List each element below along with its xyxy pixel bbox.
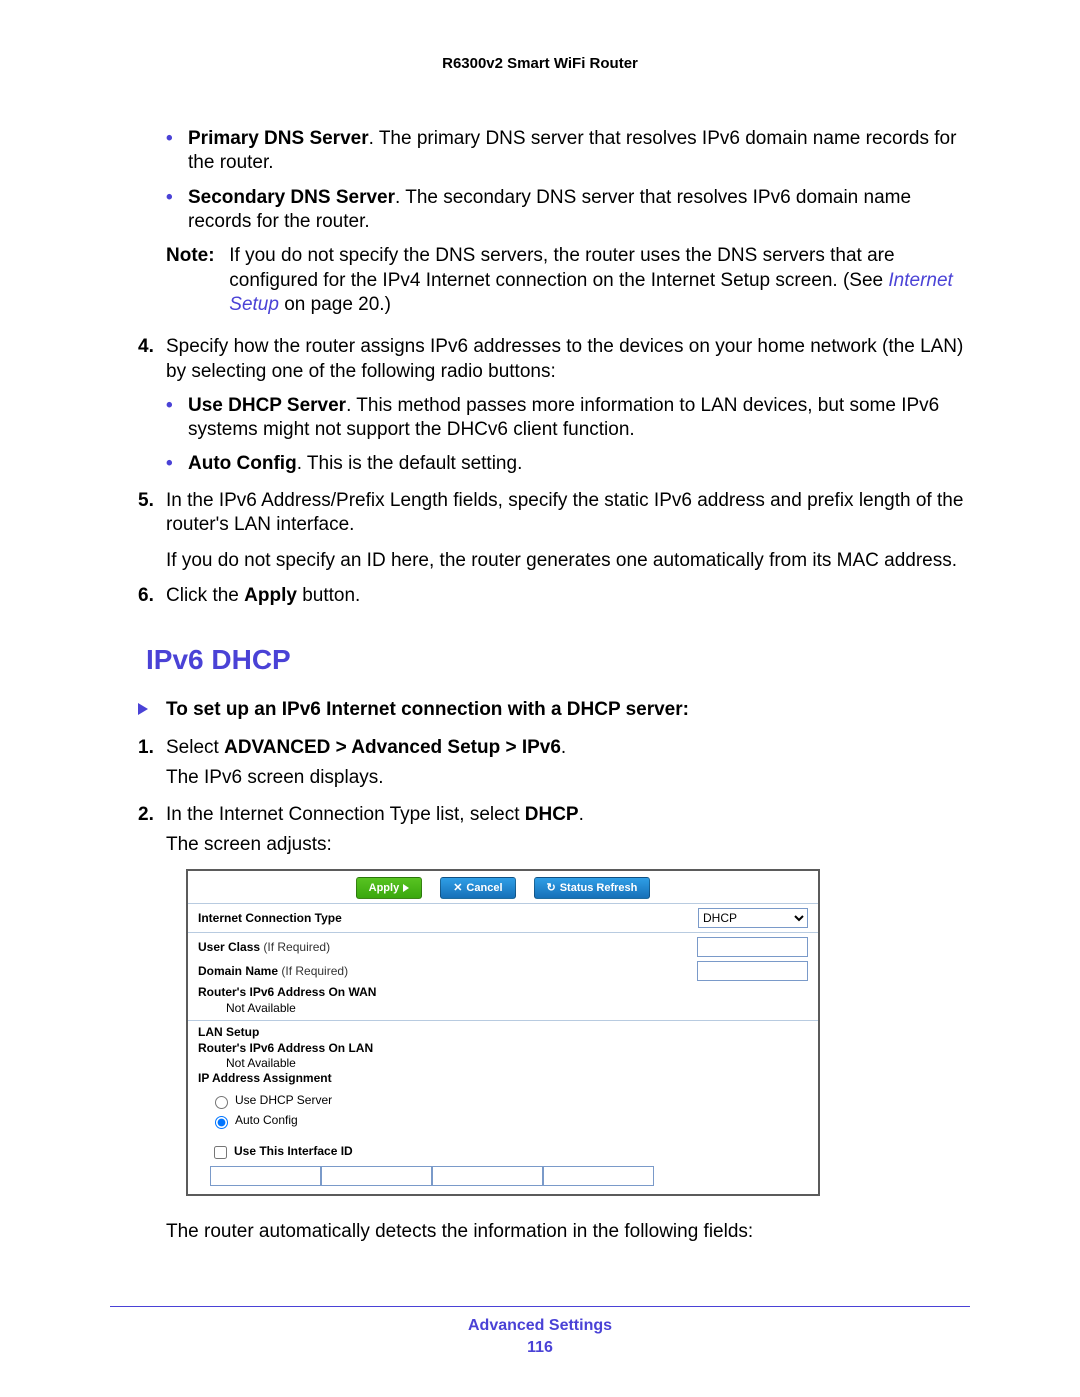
conn-type-row: Internet Connection Type DHCP xyxy=(188,903,818,932)
wan-addr-value: Not Available xyxy=(198,1001,808,1016)
lan-setup-label: LAN Setup xyxy=(198,1025,808,1040)
step-text: Specify how the router assigns IPv6 addr… xyxy=(166,336,963,381)
procedure-lead: To set up an IPv6 Internet connection wi… xyxy=(110,698,970,722)
footer-title: Advanced Settings xyxy=(110,1317,970,1335)
step-text: In the IPv6 Address/Prefix Length fields… xyxy=(166,490,963,535)
step-text-post: . xyxy=(561,737,566,758)
refresh-icon: ↻ xyxy=(547,881,556,895)
bullet-text: . This is the default setting. xyxy=(297,453,523,474)
refresh-button-label: Status Refresh xyxy=(560,881,638,895)
use-interface-checkbox[interactable] xyxy=(214,1146,227,1159)
radio-auto-row: Auto Config xyxy=(188,1111,818,1131)
body-content: Primary DNS Server. The primary DNS serv… xyxy=(110,127,970,1244)
wan-addr-label: Router's IPv6 Address On WAN xyxy=(198,985,808,1000)
step-b2-after: The screen adjusts: xyxy=(166,833,970,857)
domain-input[interactable] xyxy=(697,961,808,981)
label-text: User Class xyxy=(198,940,260,954)
step-number: 1. xyxy=(138,736,154,760)
iface-field-1[interactable] xyxy=(210,1166,321,1186)
step-number: 6. xyxy=(138,584,154,608)
step-text-pre: Select xyxy=(166,737,224,758)
step-text-post: . xyxy=(579,804,584,825)
close-icon: ✕ xyxy=(453,881,462,895)
note-block: Note: If you do not specify the DNS serv… xyxy=(110,244,970,317)
step-text-bold: DHCP xyxy=(525,804,579,825)
step-b1: 1. Select ADVANCED > Advanced Setup > IP… xyxy=(110,736,970,791)
step-text-pre: In the Internet Connection Type list, se… xyxy=(166,804,525,825)
iface-field-2[interactable] xyxy=(321,1166,432,1186)
iface-field-4[interactable] xyxy=(543,1166,654,1186)
step-text-bold: ADVANCED > Advanced Setup > IPv6 xyxy=(224,737,561,758)
hint-text: (If Required) xyxy=(263,940,330,954)
list-item: Primary DNS Server. The primary DNS serv… xyxy=(166,127,970,176)
step-text-post: button. xyxy=(297,585,360,606)
step-number: 4. xyxy=(138,335,154,359)
lan-addr-label: Router's IPv6 Address On LAN xyxy=(198,1041,808,1056)
step-5-after: If you do not specify an ID here, the ro… xyxy=(110,549,970,573)
bullet-bold: Auto Config xyxy=(188,453,297,474)
cancel-button[interactable]: ✕ Cancel xyxy=(440,877,515,899)
user-class-label: User Class (If Required) xyxy=(198,940,330,955)
step-4-bullets: Use DHCP Server. This method passes more… xyxy=(166,394,970,477)
dns-bullet-list: Primary DNS Server. The primary DNS serv… xyxy=(110,127,970,234)
step-b2: 2. In the Internet Connection Type list,… xyxy=(110,803,970,858)
footer-rule xyxy=(110,1306,970,1307)
domain-label: Domain Name (If Required) xyxy=(198,964,348,979)
radio-dhcp-row: Use DHCP Server xyxy=(188,1091,818,1111)
list-item: Secondary DNS Server. The secondary DNS … xyxy=(166,186,970,235)
user-class-input[interactable] xyxy=(697,937,808,957)
wan-addr-row: Router's IPv6 Address On WAN Not Availab… xyxy=(188,985,818,1020)
status-refresh-button[interactable]: ↻ Status Refresh xyxy=(534,877,651,899)
bullet-bold: Secondary DNS Server xyxy=(188,187,395,208)
interface-id-fields xyxy=(188,1164,818,1194)
auto-config-radio-label: Auto Config xyxy=(235,1113,298,1128)
step-6: 6. Click the Apply button. xyxy=(110,584,970,608)
lan-addr-value: Not Available xyxy=(198,1056,808,1071)
step-list-a: 4. Specify how the router assigns IPv6 a… xyxy=(110,335,970,537)
apply-button-label: Apply xyxy=(369,881,400,895)
list-item: Auto Config. This is the default setting… xyxy=(166,452,970,476)
step-text-pre: Click the xyxy=(166,585,244,606)
note-text-part: If you do not specify the DNS servers, t… xyxy=(229,245,894,290)
conn-type-label: Internet Connection Type xyxy=(198,911,342,926)
step-list-a2: 6. Click the Apply button. xyxy=(110,584,970,608)
play-icon xyxy=(403,884,409,892)
note-text-part: on page 20.) xyxy=(279,294,391,315)
screenshot-toolbar: Apply ✕ Cancel ↻ Status Refresh xyxy=(188,871,818,903)
step-4: 4. Specify how the router assigns IPv6 a… xyxy=(110,335,970,477)
step-number: 2. xyxy=(138,803,154,827)
use-interface-row: Use This Interface ID xyxy=(188,1141,818,1164)
cancel-button-label: Cancel xyxy=(466,881,502,895)
note-label: Note: xyxy=(166,244,224,268)
step-text-bold: Apply xyxy=(244,585,297,606)
iface-field-3[interactable] xyxy=(432,1166,543,1186)
step-number: 5. xyxy=(138,489,154,513)
closing-text: The router automatically detects the inf… xyxy=(110,1220,970,1244)
bullet-bold: Primary DNS Server xyxy=(188,128,369,149)
hint-text: (If Required) xyxy=(281,964,348,978)
step-5: 5. In the IPv6 Address/Prefix Length fie… xyxy=(110,489,970,538)
use-dhcp-radio-label: Use DHCP Server xyxy=(235,1093,332,1108)
user-class-row: User Class (If Required) xyxy=(188,932,818,961)
page-footer: Advanced Settings 116 xyxy=(110,1306,970,1357)
document-header: R6300v2 Smart WiFi Router xyxy=(110,55,970,72)
ipv6-dhcp-screenshot: Apply ✕ Cancel ↻ Status Refresh Internet… xyxy=(186,869,820,1195)
use-interface-label: Use This Interface ID xyxy=(234,1144,353,1159)
footer-page-number: 116 xyxy=(110,1339,970,1357)
domain-row: Domain Name (If Required) xyxy=(188,961,818,985)
auto-config-radio[interactable] xyxy=(215,1116,228,1129)
step-list-b: 1. Select ADVANCED > Advanced Setup > IP… xyxy=(110,736,970,857)
lan-setup-row: LAN Setup Router's IPv6 Address On LAN N… xyxy=(188,1020,818,1090)
label-text: Domain Name xyxy=(198,964,278,978)
step-b1-after: The IPv6 screen displays. xyxy=(166,766,970,790)
bullet-bold: Use DHCP Server xyxy=(188,395,346,416)
list-item: Use DHCP Server. This method passes more… xyxy=(166,394,970,443)
apply-button[interactable]: Apply xyxy=(356,877,423,899)
page: R6300v2 Smart WiFi Router Primary DNS Se… xyxy=(0,0,1080,1397)
section-heading-ipv6-dhcp: IPv6 DHCP xyxy=(146,642,970,678)
note-text: If you do not specify the DNS servers, t… xyxy=(229,244,963,317)
ip-assign-label: IP Address Assignment xyxy=(198,1071,808,1086)
use-dhcp-radio[interactable] xyxy=(215,1096,228,1109)
conn-type-select[interactable]: DHCP xyxy=(698,908,808,928)
